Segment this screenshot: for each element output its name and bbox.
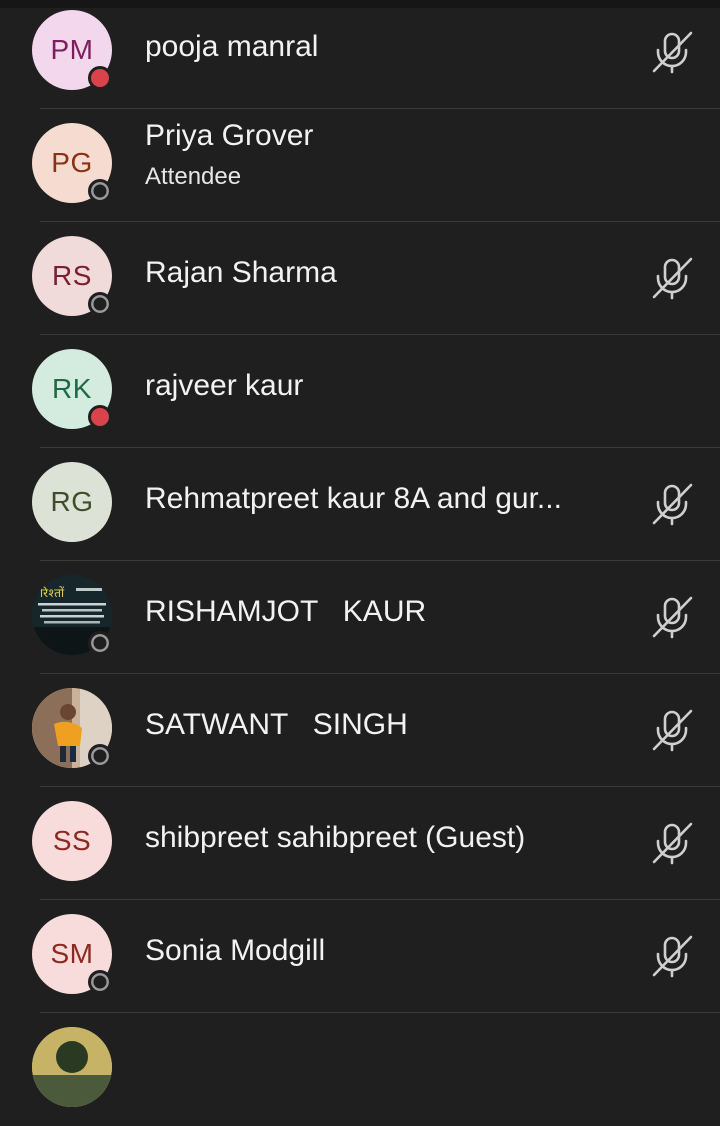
mic-off-icon: [648, 28, 696, 76]
busy-status-icon: [88, 405, 112, 429]
offline-status-icon: [88, 970, 112, 994]
offline-status-icon: [88, 744, 112, 768]
participant-name: pooja manral: [145, 30, 319, 63]
avatar-initials: RG: [50, 486, 94, 517]
participant-name: Rajan Sharma: [145, 256, 337, 289]
mic-off-icon: [648, 593, 696, 641]
offline-status-icon: [88, 179, 112, 203]
avatar: RG: [32, 462, 112, 542]
avatar: [32, 688, 112, 768]
offline-status-icon: [88, 631, 112, 655]
avatar-initials: RS: [52, 260, 92, 291]
avatar-initials: PG: [51, 147, 93, 178]
participant-name: SATWANT SINGH: [145, 708, 408, 741]
offline-status-icon: [88, 292, 112, 316]
avatar: SM: [32, 914, 112, 994]
participant-name: Rehmatpreet kaur 8A and gur...: [145, 482, 562, 515]
busy-status-icon: [88, 66, 112, 90]
avatar: RK: [32, 349, 112, 429]
participant-row[interactable]: [0, 1013, 720, 1126]
participant-row[interactable]: RG Rehmatpreet kaur 8A and gur...: [0, 448, 720, 561]
avatar-initials: SM: [50, 938, 94, 969]
participant-row[interactable]: SATWANT SINGH: [0, 674, 720, 787]
avatar-initials: RK: [52, 373, 92, 404]
participant-row[interactable]: RK rajveer kaur: [0, 335, 720, 448]
svg-text:रिश्तों: रिश्तों: [40, 586, 65, 600]
participant-name: shibpreet sahibpreet (Guest): [145, 821, 526, 854]
avatar: PM: [32, 10, 112, 90]
avatar-initials: PM: [50, 34, 94, 65]
avatar: [32, 1027, 112, 1107]
participant-row[interactable]: SM Sonia Modgill: [0, 900, 720, 1013]
avatar: रिश्तों: [32, 575, 112, 655]
participant-name: rajveer kaur: [145, 369, 304, 402]
mic-off-icon: [648, 706, 696, 754]
avatar-initials: SS: [52, 825, 92, 856]
participant-row[interactable]: PM pooja manral: [0, 0, 720, 109]
participant-row[interactable]: रिश्तों RISHAMJOT KAUR: [0, 561, 720, 674]
participant-row[interactable]: RS Rajan Sharma: [0, 222, 720, 335]
participant-row[interactable]: PG Priya Grover Attendee: [0, 109, 720, 222]
avatar: SS: [32, 801, 112, 881]
mic-off-icon: [648, 480, 696, 528]
participant-row[interactable]: SS shibpreet sahibpreet (Guest): [0, 787, 720, 900]
avatar: RS: [32, 236, 112, 316]
mic-off-icon: [648, 932, 696, 980]
mic-off-icon: [648, 819, 696, 867]
partial-photo: [32, 1027, 112, 1107]
participant-name: Sonia Modgill: [145, 934, 326, 967]
participant-name: Priya Grover: [145, 119, 314, 152]
participant-role: Attendee: [145, 163, 242, 190]
participant-name: RISHAMJOT KAUR: [145, 595, 427, 628]
avatar: PG: [32, 123, 112, 203]
mic-off-icon: [648, 254, 696, 302]
